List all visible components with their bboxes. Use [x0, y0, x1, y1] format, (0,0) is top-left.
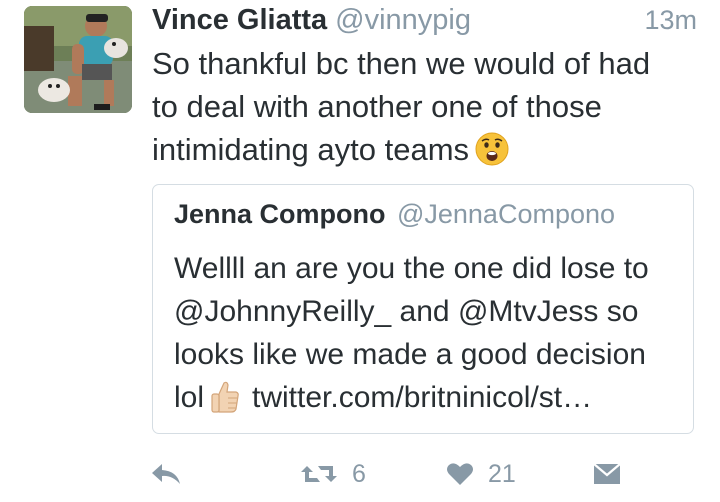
reply-icon — [150, 462, 182, 486]
quoted-text-line: looks like we made a good decision — [174, 338, 646, 371]
retweet-count: 6 — [352, 459, 366, 488]
quoted-link[interactable]: twitter.com/britninicol/st… — [252, 381, 592, 414]
quoted-author-handle: @JennaCompono — [396, 199, 616, 229]
thumbs-up-icon — [210, 380, 240, 426]
quoted-text-line: lol twitter.com/britninicol/st… — [174, 376, 679, 426]
direct-message-button[interactable] — [593, 452, 621, 496]
author-name[interactable]: Vince Gliatta — [152, 4, 327, 37]
quoted-tweet-card[interactable]: Jenna Compono @JennaCompono Wellll an ar… — [152, 184, 694, 434]
tweet-text-line: So thankful bc then we would of had — [152, 46, 651, 81]
heart-icon — [446, 462, 474, 486]
tweet-header: Vince Gliatta @vinnypig 13m — [152, 4, 697, 44]
quoted-text-line: @JohnnyReilly_ and @MtvJess so — [174, 295, 639, 328]
quoted-tweet-text: Wellll an are you the one did lose to @J… — [174, 247, 679, 426]
tweet-actions: 6 21 — [150, 452, 630, 496]
tweet-text-segment: intimidating ayto teams — [152, 132, 470, 167]
tweet-text: So thankful bc then we would of had to d… — [152, 42, 700, 177]
reply-button[interactable] — [150, 452, 182, 496]
quoted-tweet-header: Jenna Compono @JennaCompono — [174, 199, 615, 230]
timestamp[interactable]: 13m — [644, 5, 697, 36]
retweet-button[interactable]: 6 — [300, 452, 366, 496]
quoted-author-name: Jenna Compono — [174, 199, 386, 229]
author-handle[interactable]: @vinnypig — [335, 4, 471, 37]
direct-message-icon — [593, 462, 621, 486]
fearful-face-icon — [475, 132, 509, 177]
avatar[interactable] — [24, 6, 132, 113]
tweet-text-line: to deal with another one of those — [152, 89, 602, 124]
like-count: 21 — [488, 459, 516, 488]
tweet-text-line: intimidating ayto teams — [152, 128, 700, 177]
retweet-icon — [300, 462, 338, 486]
like-button[interactable]: 21 — [446, 452, 516, 496]
quoted-text-segment: lol — [174, 381, 205, 414]
quoted-text-line: Wellll an are you the one did lose to — [174, 252, 649, 285]
